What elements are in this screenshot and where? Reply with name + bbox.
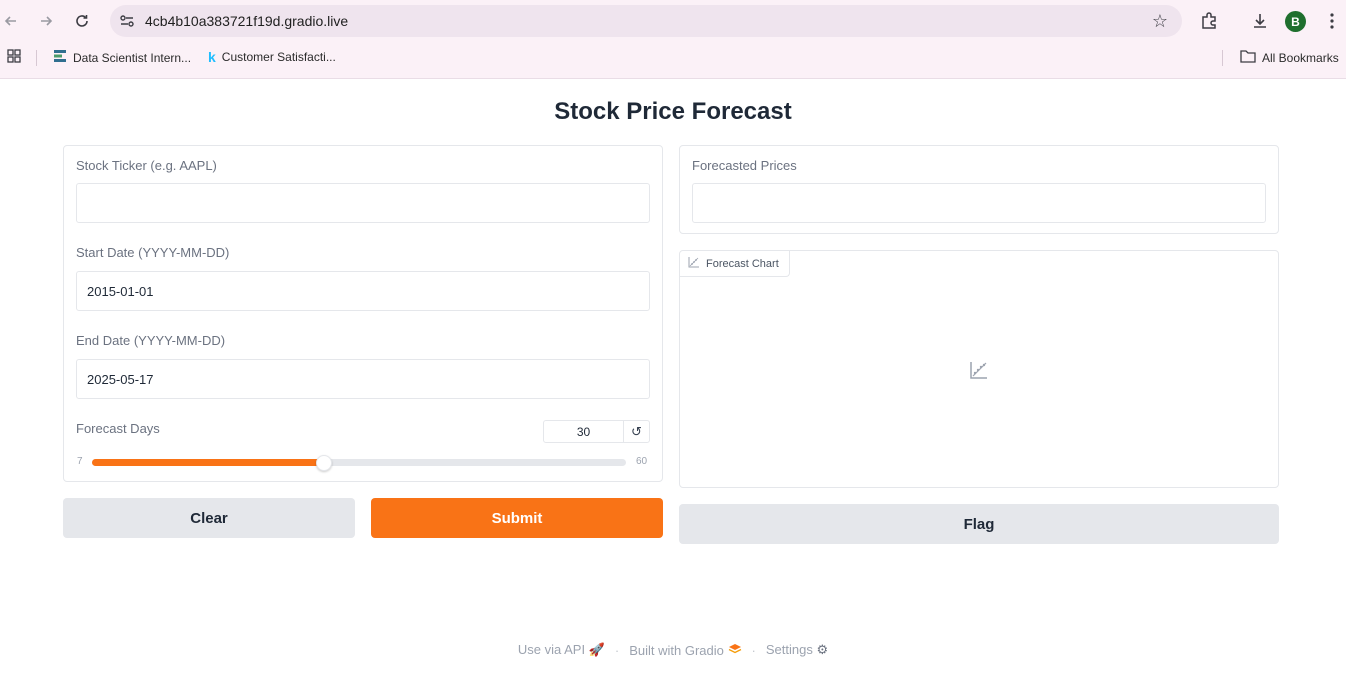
bookmark-customer-satisfaction[interactable]: k Customer Satisfacti... bbox=[208, 49, 336, 65]
forecast-days-slider[interactable] bbox=[92, 455, 626, 471]
use-via-api-link[interactable]: Use via API 🚀 bbox=[518, 642, 605, 658]
all-bookmarks[interactable]: All Bookmarks bbox=[1240, 49, 1339, 66]
profile-avatar[interactable]: B bbox=[1285, 11, 1306, 32]
footer-separator: · bbox=[751, 642, 756, 658]
forecast-chart-panel: Forecast Chart bbox=[679, 250, 1279, 488]
start-date-input[interactable] bbox=[76, 271, 650, 311]
footer-separator: · bbox=[614, 642, 620, 658]
bookmark-label: Data Scientist Intern... bbox=[73, 50, 192, 65]
address-bar[interactable]: 4cb4b10a383721f19d.gradio.live ☆ bbox=[110, 5, 1182, 37]
folder-icon bbox=[1240, 49, 1256, 66]
end-date-label: End Date (YYYY-MM-DD) bbox=[76, 333, 226, 348]
slider-min: 7 bbox=[77, 456, 83, 467]
apps-grid-icon[interactable] bbox=[7, 49, 21, 63]
forecast-chart-label: Forecast Chart bbox=[706, 257, 779, 270]
back-arrow-icon[interactable] bbox=[0, 10, 22, 32]
submit-button[interactable]: Submit bbox=[371, 498, 663, 538]
all-bookmarks-label: All Bookmarks bbox=[1262, 50, 1339, 65]
forecasted-prices-label: Forecasted Prices bbox=[692, 158, 797, 173]
site-settings-icon[interactable] bbox=[119, 13, 135, 29]
ticker-label: Stock Ticker (e.g. AAPL) bbox=[76, 158, 217, 173]
input-panel: Stock Ticker (e.g. AAPL) Start Date (YYY… bbox=[63, 145, 663, 482]
bookmark-label: Customer Satisfacti... bbox=[221, 50, 336, 64]
reload-icon[interactable] bbox=[71, 10, 93, 32]
slider-fill bbox=[92, 459, 324, 466]
forecast-days-label: Forecast Days bbox=[76, 421, 160, 436]
bookmark-star-icon[interactable]: ☆ bbox=[1152, 11, 1168, 32]
forecast-chart-tab: Forecast Chart bbox=[680, 251, 790, 277]
ticker-input[interactable] bbox=[76, 183, 650, 223]
url-text[interactable]: 4cb4b10a383721f19d.gradio.live bbox=[145, 13, 348, 29]
chart-icon bbox=[688, 256, 700, 271]
gear-icon: ⚙ bbox=[816, 642, 829, 657]
extensions-icon[interactable] bbox=[1196, 8, 1222, 34]
settings-link[interactable]: Settings ⚙ bbox=[766, 642, 828, 658]
built-with-gradio-link[interactable]: Built with Gradio bbox=[629, 643, 741, 658]
slider-thumb[interactable] bbox=[315, 455, 332, 471]
forecast-days-number[interactable]: 30 bbox=[543, 420, 624, 443]
built-with-gradio-label: Built with Gradio bbox=[629, 642, 724, 658]
gradio-logo-icon bbox=[728, 643, 742, 658]
use-via-api-label: Use via API bbox=[517, 642, 586, 657]
browser-chrome: 4cb4b10a383721f19d.gradio.live ☆ B Data … bbox=[0, 0, 1346, 79]
footer: Use via API 🚀 · Built with Gradio · Sett… bbox=[0, 642, 1346, 658]
settings-label: Settings bbox=[765, 642, 813, 657]
bookmark-favicon-icon bbox=[53, 49, 67, 66]
bookmarks-divider bbox=[36, 50, 37, 66]
menu-kebab-icon[interactable] bbox=[1319, 8, 1345, 34]
end-date-input[interactable] bbox=[76, 359, 650, 399]
page-title: Stock Price Forecast bbox=[554, 98, 792, 125]
slider-max: 60 bbox=[636, 456, 648, 467]
bookmarks-divider bbox=[1222, 50, 1223, 66]
rocket-icon: 🚀 bbox=[588, 642, 605, 657]
download-icon[interactable] bbox=[1247, 8, 1273, 34]
empty-chart-icon bbox=[969, 360, 989, 385]
start-date-label: Start Date (YYYY-MM-DD) bbox=[76, 245, 230, 260]
kaggle-icon: k bbox=[208, 49, 216, 65]
bookmarks-bar: Data Scientist Intern... k Customer Sati… bbox=[0, 44, 1346, 72]
bookmark-data-scientist[interactable]: Data Scientist Intern... bbox=[53, 49, 191, 66]
forward-arrow-icon[interactable] bbox=[35, 10, 57, 32]
clear-button[interactable]: Clear bbox=[63, 498, 355, 538]
forecasted-prices-output[interactable] bbox=[692, 183, 1266, 223]
flag-button[interactable]: Flag bbox=[679, 504, 1279, 544]
reset-icon[interactable]: ↺ bbox=[623, 420, 650, 443]
forecasted-prices-panel: Forecasted Prices bbox=[679, 145, 1279, 234]
